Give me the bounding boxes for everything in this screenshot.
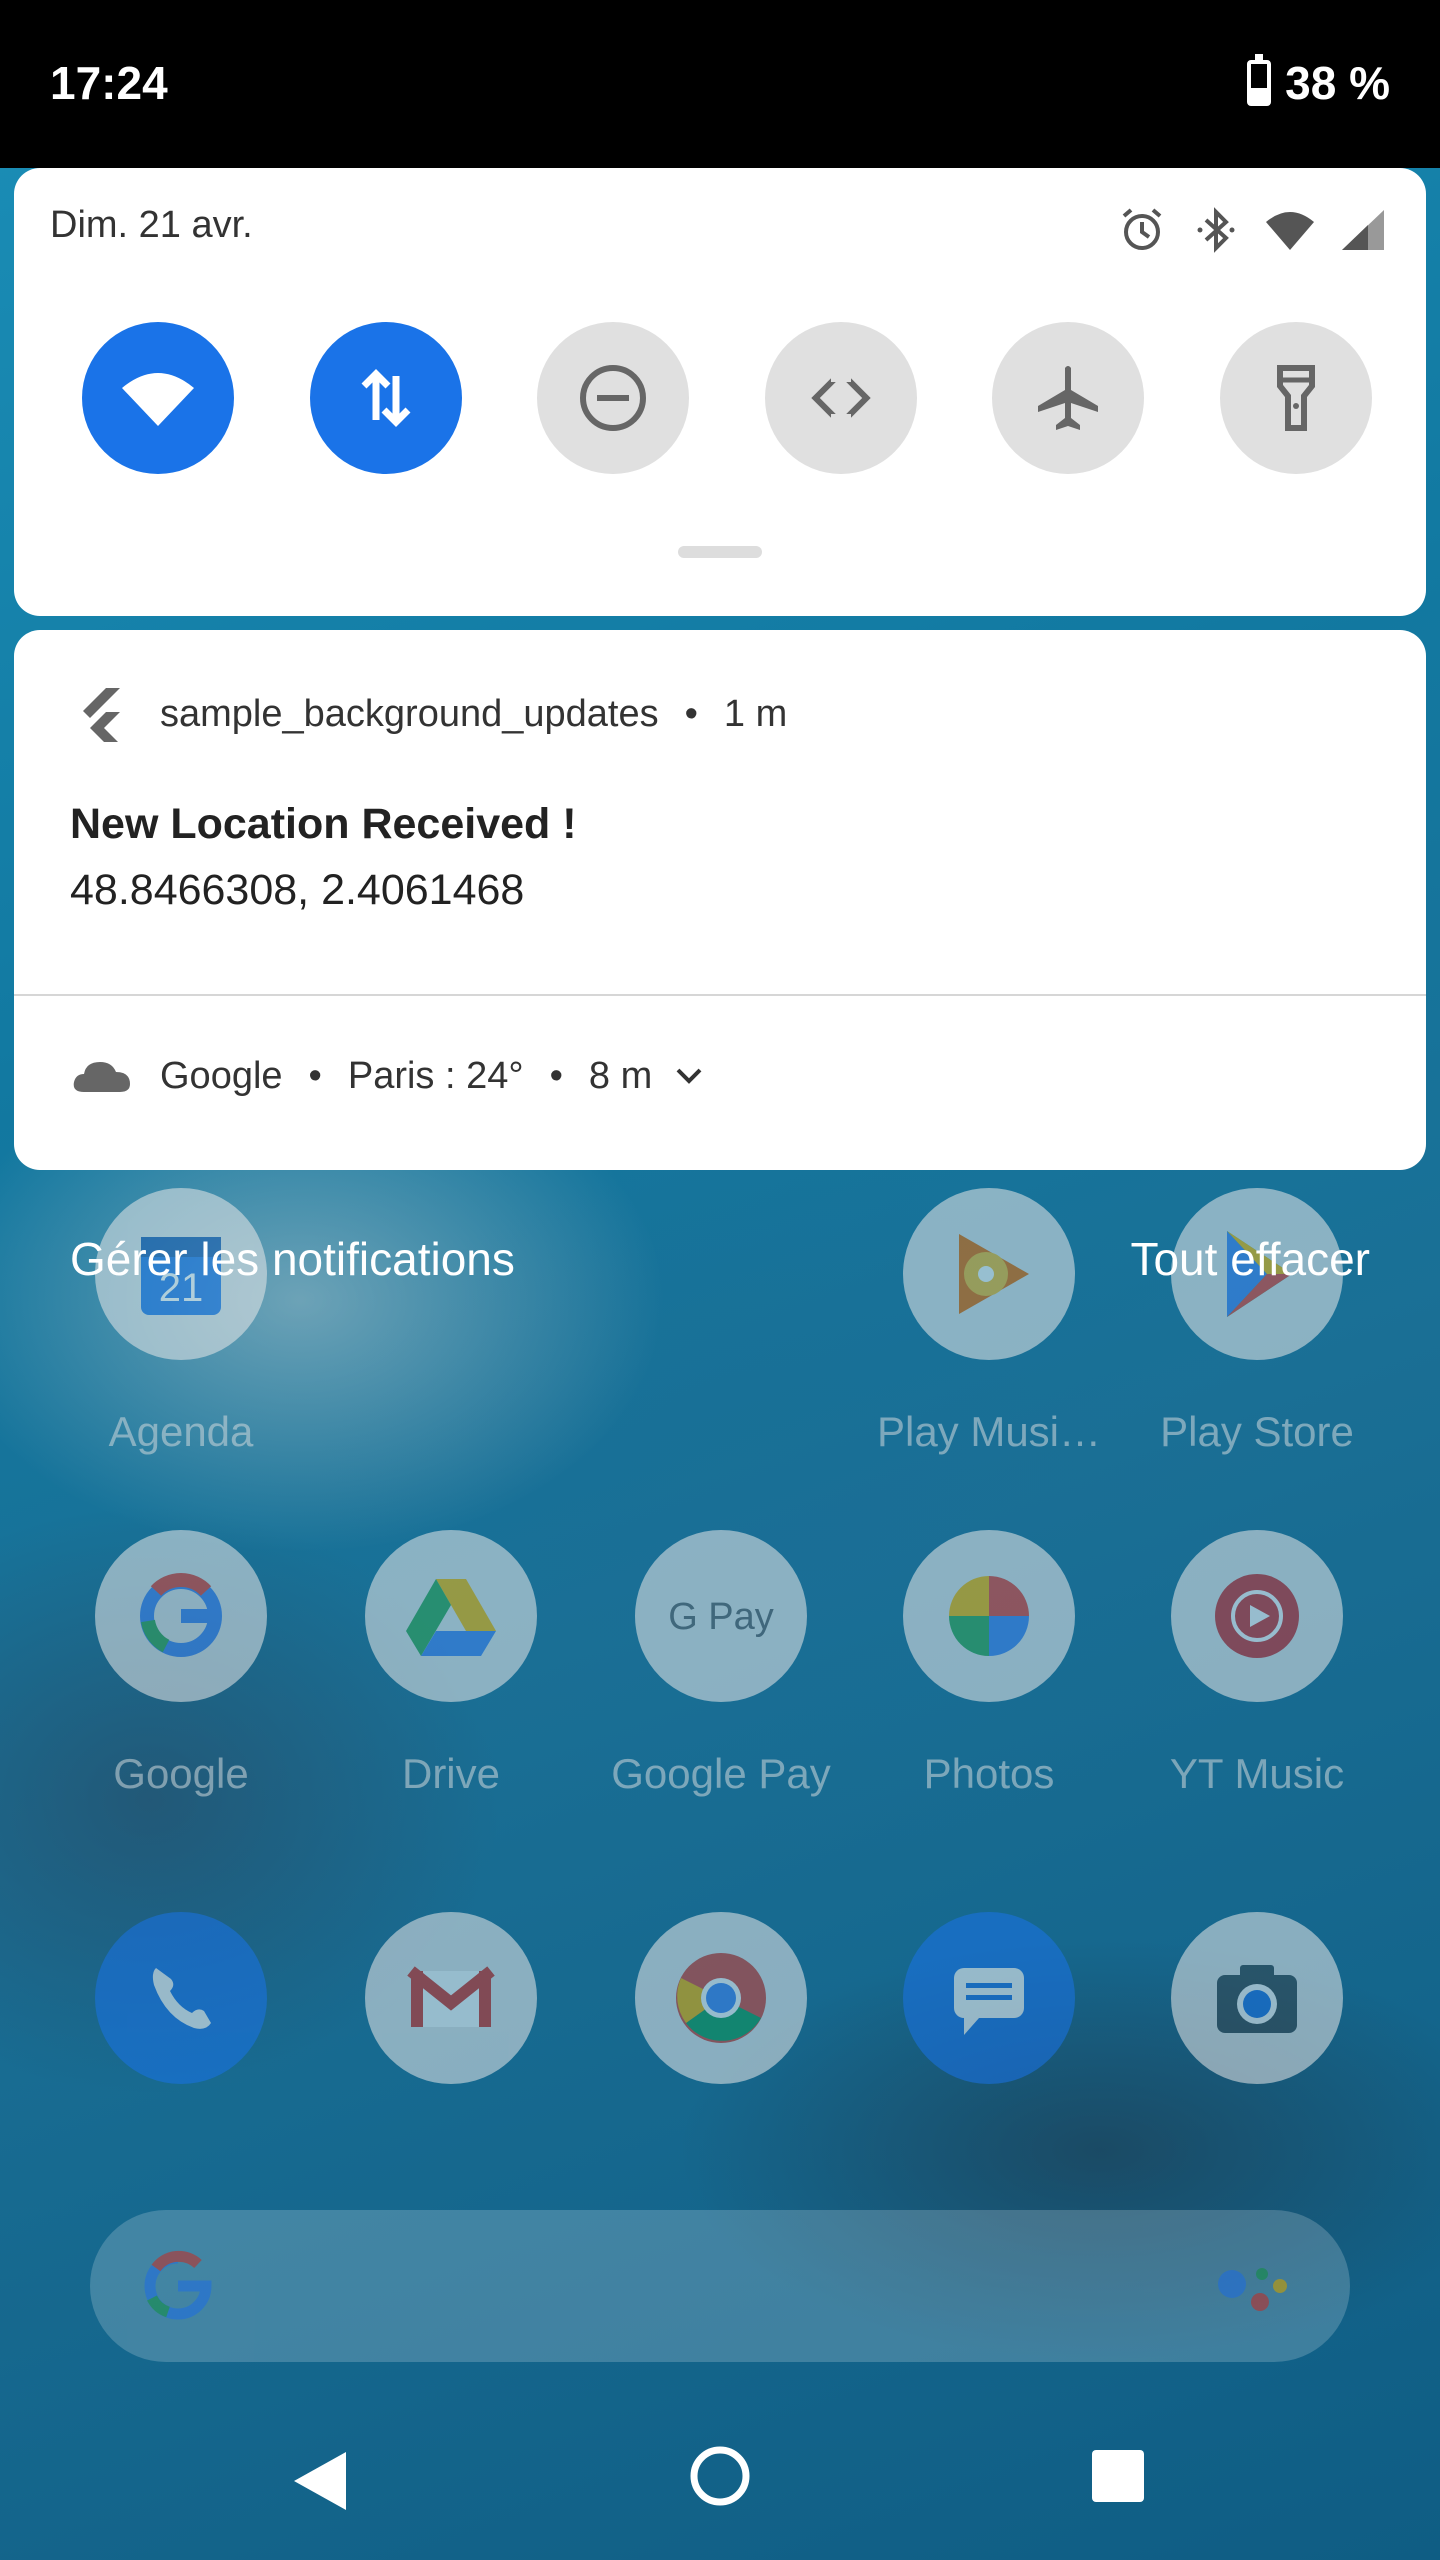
wifi-icon: [1266, 212, 1314, 250]
google-g-icon: [144, 2250, 212, 2320]
notification-weather[interactable]: Google • Paris : 24° • 8 m: [70, 1044, 706, 1108]
phone-icon: [95, 1912, 267, 2084]
messages-icon: [903, 1912, 1075, 2084]
app-google[interactable]: Google: [46, 1530, 316, 1798]
divider: [14, 994, 1426, 996]
dock-phone[interactable]: [46, 1912, 316, 2084]
bluetooth-icon: [1197, 207, 1235, 253]
app-drive[interactable]: Drive: [316, 1530, 586, 1798]
notification-location-header[interactable]: sample_background_updates • 1 m: [70, 682, 787, 746]
app-label: Google: [113, 1750, 249, 1797]
app-agenda[interactable]: 21 Agenda: [46, 1188, 316, 1456]
cell-signal-icon: [1342, 210, 1384, 250]
do-not-disturb-icon: [580, 365, 647, 431]
notification-text[interactable]: 48.8466308, 2.4061468: [70, 866, 524, 915]
recents-icon[interactable]: [1090, 2448, 1146, 2504]
app-label: YT Music: [1169, 1750, 1345, 1797]
app-label: Play Store: [1160, 1408, 1354, 1455]
home-icon[interactable]: [688, 2444, 752, 2508]
svg-text:G Pay: G Pay: [668, 1596, 774, 1638]
status-bar: 17:24 38 %: [0, 0, 1440, 168]
chrome-icon: [635, 1912, 807, 2084]
date-label: Dim. 21 avr.: [50, 204, 253, 246]
dock-gmail[interactable]: [316, 1912, 586, 2084]
camera-icon: [1171, 1912, 1343, 2084]
tile-airplane-mode[interactable]: [992, 322, 1145, 474]
app-yt-music[interactable]: YT Music: [1122, 1530, 1392, 1798]
wifi-icon: [122, 373, 194, 426]
dock-messages[interactable]: [854, 1912, 1124, 2084]
battery-indicator: 38 %: [1247, 54, 1390, 110]
gmail-icon: [365, 1912, 537, 2084]
flutter-icon: [83, 688, 120, 742]
chevron-down-icon[interactable]: [672, 1059, 706, 1093]
google-pay-icon: G Pay: [635, 1530, 807, 1702]
assistant-icon[interactable]: [1214, 2262, 1294, 2318]
tile-do-not-disturb[interactable]: [537, 322, 690, 474]
app-google-pay[interactable]: G Pay Google Pay: [586, 1530, 856, 1798]
flashlight-icon: [1276, 365, 1315, 431]
quick-settings-panel: Dim. 21 avr.: [14, 168, 1426, 616]
weather-time: 8 m: [588, 1054, 653, 1097]
yt-music-icon: [1171, 1530, 1343, 1702]
cloud-icon: [73, 1062, 130, 1092]
qs-status-icons: [1116, 204, 1390, 256]
drive-icon: [365, 1530, 537, 1702]
weather-app-name: Google: [160, 1054, 283, 1097]
quick-settings-tiles: [82, 322, 1372, 474]
tile-flashlight[interactable]: [1219, 322, 1372, 474]
app-play-music[interactable]: Play Musi…: [854, 1188, 1124, 1456]
app-label: Photos: [923, 1750, 1055, 1797]
google-search-bar[interactable]: [90, 2210, 1350, 2362]
weather-detail: Paris : 24°: [347, 1054, 524, 1097]
alarm-icon: [1122, 208, 1162, 250]
tile-mobile-data[interactable]: [309, 322, 462, 474]
app-label: Agenda: [108, 1408, 254, 1455]
battery-icon: [1247, 54, 1272, 106]
qs-drag-handle[interactable]: [678, 546, 762, 558]
manage-notifications-button[interactable]: Gérer les notifications: [70, 1232, 515, 1286]
data-arrows-icon: [361, 369, 411, 427]
status-time: 17:24: [50, 57, 168, 109]
back-icon[interactable]: [290, 2448, 352, 2514]
app-label: Google Pay: [611, 1750, 831, 1797]
navigation-bar: [0, 2400, 1440, 2560]
app-play-store[interactable]: Play Store: [1122, 1188, 1392, 1456]
dock-chrome[interactable]: [586, 1912, 856, 2084]
photos-icon: [903, 1530, 1075, 1702]
notification-title[interactable]: New Location Received !: [70, 800, 577, 849]
app-label: Play Musi…: [876, 1408, 1102, 1455]
clear-all-button[interactable]: Tout effacer: [1130, 1232, 1370, 1286]
notifications-card: sample_background_updates • 1 m New Loca…: [14, 630, 1426, 1170]
play-music-icon: [903, 1188, 1075, 1360]
app-photos[interactable]: Photos: [854, 1530, 1124, 1798]
app-label: Drive: [401, 1750, 500, 1797]
rotate-icon: [811, 368, 871, 428]
dock-camera[interactable]: [1122, 1912, 1392, 2084]
battery-percent: 38 %: [1285, 57, 1390, 109]
google-icon: [95, 1530, 267, 1702]
notification-app-name: sample_background_updates: [160, 692, 659, 735]
airplane-icon: [1038, 366, 1099, 430]
tile-auto-rotate[interactable]: [764, 322, 917, 474]
tile-wifi[interactable]: [82, 322, 234, 474]
notification-time: 1 m: [723, 692, 788, 735]
